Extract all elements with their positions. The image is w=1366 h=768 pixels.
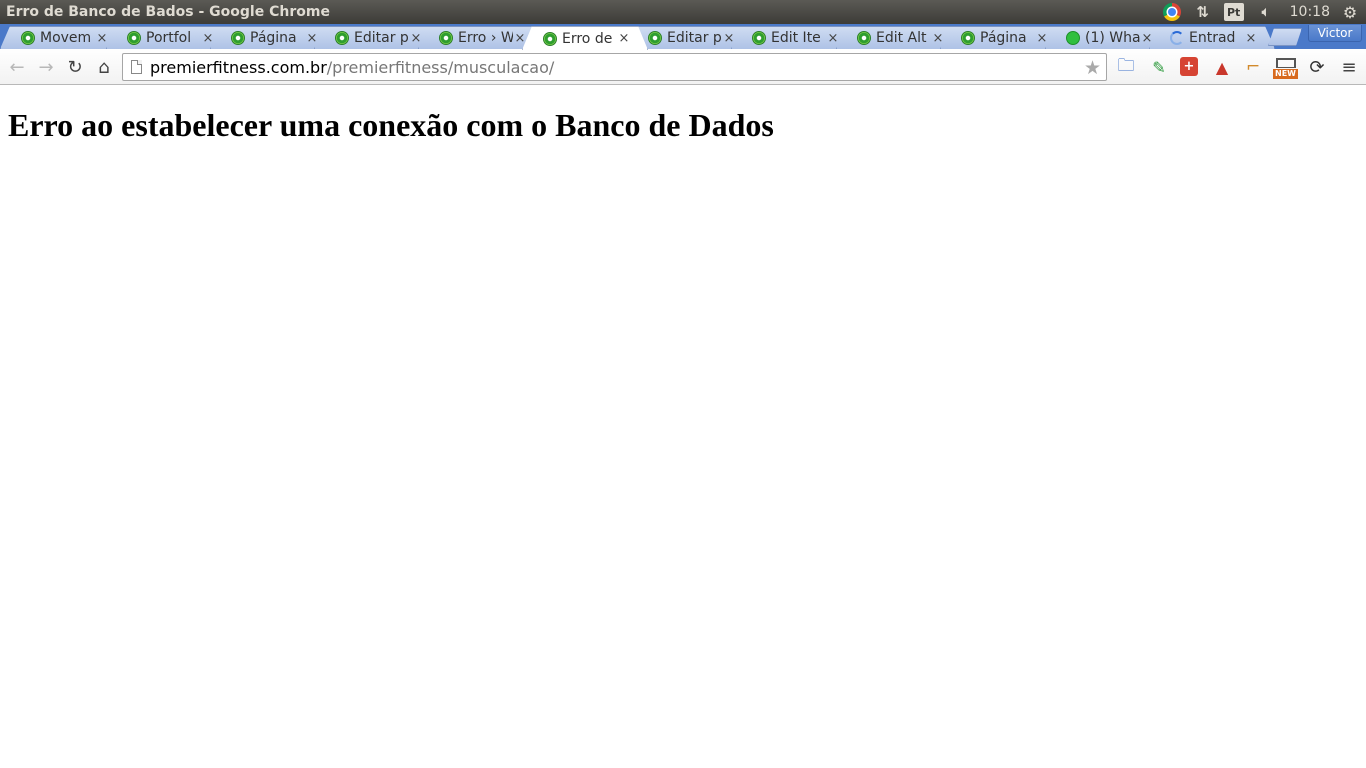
menu-icon[interactable]: ≡ xyxy=(1338,56,1360,78)
tab-strip: Movem × Portfol × Página × Editar p × Er… xyxy=(0,24,1366,49)
url-host: premierfitness.com.br xyxy=(150,57,327,77)
site-favicon-icon xyxy=(21,31,35,45)
new-badge: NEW xyxy=(1273,68,1298,79)
site-favicon-icon xyxy=(961,31,975,45)
close-icon[interactable]: × xyxy=(1244,31,1258,46)
gear-icon[interactable]: ⚙ xyxy=(1340,0,1360,24)
window-title: Erro de Banco de Bados - Google Chrome xyxy=(6,4,330,20)
site-favicon-icon xyxy=(231,31,245,45)
new-screenshot-icon[interactable]: NEW xyxy=(1272,56,1299,80)
page-icon xyxy=(131,60,142,74)
system-tray: ⇅ Pt 🔈︎ 10:18 ⚙ xyxy=(1162,0,1366,24)
site-favicon-icon xyxy=(439,31,453,45)
lock-icon[interactable]: ▲ xyxy=(1211,56,1233,78)
tab-active[interactable]: Erro de × xyxy=(522,26,648,50)
address-bar[interactable]: premierfitness.com.br/premierfitness/mus… xyxy=(122,53,1107,81)
tab[interactable]: Entrad × xyxy=(1149,26,1275,49)
site-favicon-icon xyxy=(543,32,557,46)
site-favicon-icon xyxy=(857,31,871,45)
site-favicon-icon xyxy=(127,31,141,45)
close-icon[interactable]: × xyxy=(826,31,840,46)
close-icon[interactable]: × xyxy=(617,31,631,46)
home-icon[interactable]: ⌂ xyxy=(92,55,116,79)
tab-label: Edit Ite xyxy=(771,30,821,46)
close-icon[interactable]: × xyxy=(95,31,109,46)
url-text[interactable]: premierfitness.com.br/premierfitness/mus… xyxy=(150,58,554,77)
clock[interactable]: 10:18 xyxy=(1290,0,1330,24)
tab-label: (1) Wha xyxy=(1085,30,1140,46)
new-tab-button[interactable] xyxy=(1268,28,1302,46)
back-arrow-icon[interactable]: ← xyxy=(5,55,29,79)
profile-button[interactable]: Victor xyxy=(1308,25,1362,42)
tab-label: Entrad xyxy=(1189,30,1236,46)
tab-label: Movem xyxy=(40,30,92,46)
browser-toolbar: ← → ↻ ⌂ premierfitness.com.br/premierfit… xyxy=(0,49,1366,85)
site-favicon-icon xyxy=(335,31,349,45)
page-content: Erro ao estabelecer uma conexão com o Ba… xyxy=(0,86,1366,768)
volume-icon[interactable]: 🔈︎ xyxy=(1256,0,1276,24)
screen-icon xyxy=(1275,57,1296,68)
forward-arrow-icon[interactable]: → xyxy=(34,55,58,79)
star-icon[interactable]: ★ xyxy=(1084,57,1101,79)
tab-label: Erro de xyxy=(562,30,613,47)
reload-icon[interactable]: ↻ xyxy=(63,55,87,79)
refresh-icon[interactable]: ⟳ xyxy=(1306,56,1328,78)
chrome-icon[interactable] xyxy=(1162,3,1181,21)
error-heading: Erro ao estabelecer uma conexão com o Ba… xyxy=(8,107,774,143)
lastpass-icon[interactable]: + xyxy=(1180,57,1198,76)
eyedropper-icon[interactable]: ✎ xyxy=(1148,56,1170,78)
close-icon[interactable]: × xyxy=(1035,31,1049,46)
tab-label: Edit Alt xyxy=(876,30,927,46)
keyboard-layout-indicator[interactable]: Pt xyxy=(1223,3,1244,21)
tab-label: Página xyxy=(980,30,1027,46)
whatsapp-favicon-icon xyxy=(1066,31,1080,45)
hammer-icon[interactable]: ⌐ xyxy=(1242,56,1264,78)
tab-label: Portfol xyxy=(146,30,192,46)
network-arrows-icon[interactable]: ⇅ xyxy=(1194,0,1212,24)
tab-label: Editar p xyxy=(667,30,722,46)
url-path: /premierfitness/musculacao/ xyxy=(326,57,555,77)
folder-icon[interactable]: 🗀︎ xyxy=(1115,56,1137,78)
tab-label: Editar p xyxy=(354,30,409,46)
os-title-bar: Erro de Banco de Bados - Google Chrome ⇅… xyxy=(0,0,1366,24)
tab-label: Erro › W xyxy=(458,30,513,46)
site-favicon-icon xyxy=(752,31,766,45)
tab-label: Página xyxy=(250,30,297,46)
site-favicon-icon xyxy=(648,31,662,45)
tab[interactable]: Movem × xyxy=(0,26,126,49)
loading-spinner-icon xyxy=(1170,31,1184,45)
